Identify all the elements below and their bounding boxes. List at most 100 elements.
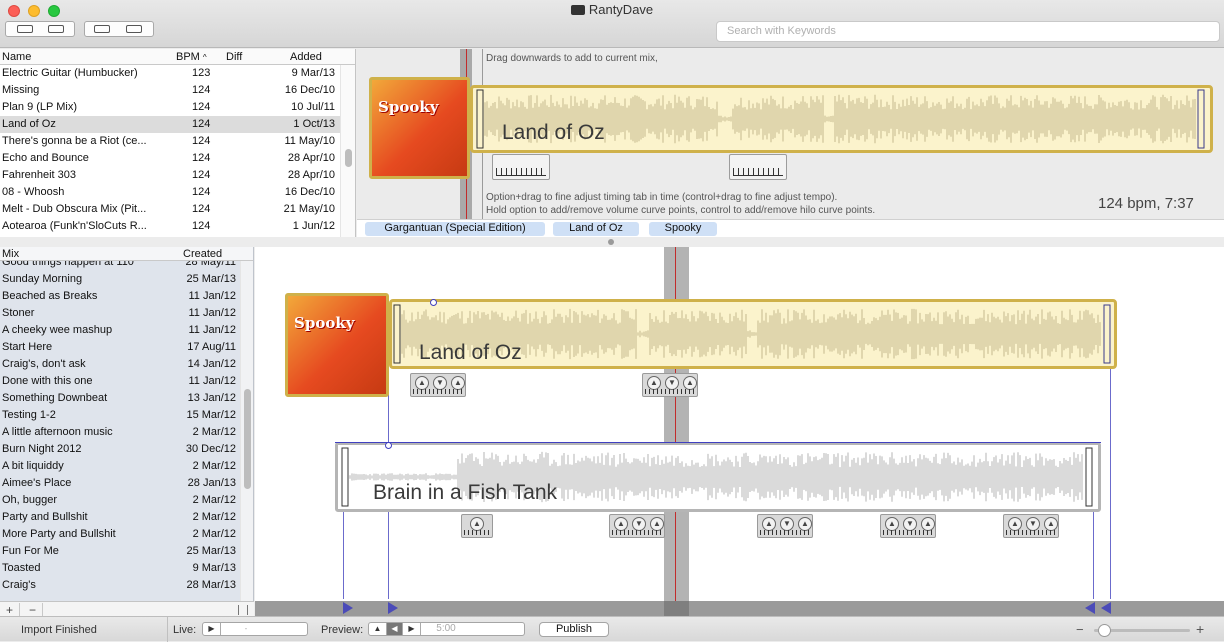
mix-row[interactable]: Craig's, don't ask 14 Jan/12 xyxy=(0,357,240,374)
zoom-slider[interactable] xyxy=(1094,624,1190,637)
tag-artist[interactable]: Spooky xyxy=(649,222,717,236)
column-name[interactable]: Name xyxy=(2,51,31,63)
timing-control[interactable]: ▲ ▼ ▲ xyxy=(757,514,813,538)
preview-player[interactable]: ▲ ◀ ▶ 5:00 xyxy=(368,622,525,636)
mix-row[interactable]: Stoner 11 Jan/12 xyxy=(0,306,240,323)
mix-row[interactable]: Something Downbeat 13 Jan/12 xyxy=(0,391,240,408)
timing-tab[interactable] xyxy=(492,154,550,180)
timing-control[interactable]: ▲ xyxy=(461,514,493,538)
track-name: 08 - Whoosh xyxy=(2,186,65,198)
mix-row[interactable]: Burn Night 2012 30 Dec/12 xyxy=(0,442,240,459)
volume-point[interactable] xyxy=(385,442,392,449)
timing-control[interactable]: ▲ ▼ ▲ xyxy=(410,373,466,397)
track1-end-marker[interactable] xyxy=(1103,304,1111,364)
tag-album[interactable]: Gargantuan (Special Edition) xyxy=(365,222,545,236)
live-play-icon[interactable]: ▶ xyxy=(203,623,221,635)
tracks-scrollbar[interactable] xyxy=(340,65,355,237)
timeline-track-land-of-oz[interactable]: Land of Oz xyxy=(389,299,1117,369)
mix-row[interactable]: More Party and Bullshit 2 Mar/12 xyxy=(0,527,240,544)
live-player[interactable]: ▶ - xyxy=(202,622,308,636)
mix-name: A little afternoon music xyxy=(2,426,113,438)
mix-list-body: Good things happen at 110 28 May/11 Sunday… xyxy=(0,255,240,595)
timing-control[interactable]: ▲ ▼ ▲ xyxy=(642,373,698,397)
track-row[interactable]: Plan 9 (LP Mix) 124 10 Jul/11 xyxy=(0,99,355,116)
search-input[interactable]: Search with Keywords xyxy=(716,21,1220,42)
mix-scroll-thumb[interactable] xyxy=(244,389,251,489)
mix-scrollbar[interactable] xyxy=(240,261,253,601)
mix-row[interactable]: Done with this one 11 Jan/12 xyxy=(0,374,240,391)
track-added: 16 Dec/10 xyxy=(284,84,335,96)
track1-start-marker[interactable] xyxy=(393,304,401,364)
track-row[interactable]: Electric Guitar (Humbucker) 123 9 Mar/13 xyxy=(0,65,355,82)
mix-name: Stoner xyxy=(2,307,35,319)
track-bpm: 124 xyxy=(192,135,211,147)
scrub-bar[interactable] xyxy=(255,601,1224,616)
track-row[interactable]: Echo and Bounce 124 28 Apr/10 xyxy=(0,150,355,167)
tag-title[interactable]: Land of Oz xyxy=(553,222,639,236)
mix-row[interactable]: A little afternoon music 2 Mar/12 xyxy=(0,425,240,442)
mix-row[interactable]: Fun For Me 25 Mar/13 xyxy=(0,544,240,561)
resize-handle-icon[interactable] xyxy=(238,605,248,615)
column-bpm[interactable]: BPM ^ xyxy=(176,51,207,63)
track2-start-marker[interactable] xyxy=(341,447,349,507)
column-diff[interactable]: Diff xyxy=(226,51,242,63)
track-added: 1 Oct/13 xyxy=(293,118,335,130)
track-start-marker-icon[interactable] xyxy=(388,602,398,614)
column-created[interactable]: Created xyxy=(183,248,222,260)
mix-row[interactable]: A bit liquiddy 2 Mar/12 xyxy=(0,459,240,476)
preview-eject-icon[interactable]: ▲ xyxy=(369,623,387,635)
mix-row[interactable]: Craig's 28 Mar/13 xyxy=(0,578,240,595)
track-row[interactable]: Aotearoa (Funk'n'SloCuts R... 124 1 Jun/12 xyxy=(0,218,355,235)
column-mix[interactable]: Mix xyxy=(2,248,19,260)
mix-row[interactable]: Toasted 9 Mar/13 xyxy=(0,561,240,578)
mix-row[interactable]: Testing 1-2 15 Mar/12 xyxy=(0,408,240,425)
mix-created: 28 Jan/13 xyxy=(187,477,236,489)
preview-stop-icon[interactable]: ◀ xyxy=(387,623,403,635)
track-row[interactable]: Land of Oz 124 1 Oct/13 xyxy=(0,116,355,133)
scrub-playhead[interactable] xyxy=(664,601,689,616)
mix-created: 2 Mar/12 xyxy=(192,460,236,472)
mix-row[interactable]: Oh, bugger 2 Mar/12 xyxy=(0,493,240,510)
column-added[interactable]: Added xyxy=(290,51,322,63)
timing-control[interactable]: ▲ ▼ ▲ xyxy=(880,514,936,538)
publish-button[interactable]: Publish xyxy=(539,622,609,637)
split-toggle-button[interactable] xyxy=(84,21,154,37)
start-marker[interactable] xyxy=(476,89,484,149)
track-row[interactable]: 08 - Whoosh 124 16 Dec/10 xyxy=(0,184,355,201)
track-end-marker-icon[interactable] xyxy=(1085,602,1095,614)
preview-waveform[interactable]: Land of Oz xyxy=(470,85,1213,153)
add-mix-button[interactable]: + xyxy=(0,603,20,617)
timing-tab[interactable] xyxy=(729,154,787,180)
mix-row[interactable]: Sunday Morning 25 Mar/13 xyxy=(0,272,240,289)
zoom-slider-knob[interactable] xyxy=(1098,624,1111,637)
track-row[interactable]: Melt - Dub Obscura Mix (Pit... 124 21 May/… xyxy=(0,201,355,218)
mix-end-marker-icon[interactable] xyxy=(1101,602,1111,614)
track-row[interactable]: Missing 124 16 Dec/10 xyxy=(0,82,355,99)
volume-curve xyxy=(335,442,1101,443)
mix-row[interactable]: Aimee's Place 28 Jan/13 xyxy=(0,476,240,493)
track-row[interactable]: Fahrenheit 303 124 28 Apr/10 xyxy=(0,167,355,184)
remove-mix-button[interactable]: − xyxy=(23,603,43,617)
layout-toggle-button[interactable] xyxy=(5,21,75,37)
mix-created: 30 Dec/12 xyxy=(185,443,236,455)
mix-row[interactable]: Beached as Breaks 11 Jan/12 xyxy=(0,289,240,306)
zoom-in-icon[interactable]: + xyxy=(1196,621,1204,637)
mix-row[interactable]: Party and Bullshit 2 Mar/12 xyxy=(0,510,240,527)
end-marker[interactable] xyxy=(1197,89,1205,149)
timeline-track-brain-in-a-fish-tank[interactable]: Brain in a Fish Tank xyxy=(335,442,1101,512)
album-art: Spooky xyxy=(369,77,470,179)
timing-control[interactable]: ▲ ▼ ▲ xyxy=(1003,514,1059,538)
preview-play-icon[interactable]: ▶ xyxy=(403,623,421,635)
track2-end-marker[interactable] xyxy=(1085,447,1093,507)
mix-start-marker-icon[interactable] xyxy=(343,602,353,614)
status-bar: Import Finished Live: ▶ - Preview: ▲ ◀ ▶… xyxy=(0,616,1224,642)
track-row[interactable]: There's gonna be a Riot (ce... 124 11 May/… xyxy=(0,133,355,150)
volume-point[interactable] xyxy=(430,299,437,306)
zoom-out-icon[interactable]: − xyxy=(1076,622,1084,637)
mix-created: 9 Mar/13 xyxy=(192,562,236,574)
mix-row[interactable]: Start Here 17 Aug/11 xyxy=(0,340,240,357)
splitter-handle[interactable] xyxy=(608,239,614,245)
tracks-scroll-thumb[interactable] xyxy=(345,149,352,167)
mix-row[interactable]: A cheeky wee mashup 11 Jan/12 xyxy=(0,323,240,340)
timing-control[interactable]: ▲ ▼ ▲ xyxy=(609,514,665,538)
